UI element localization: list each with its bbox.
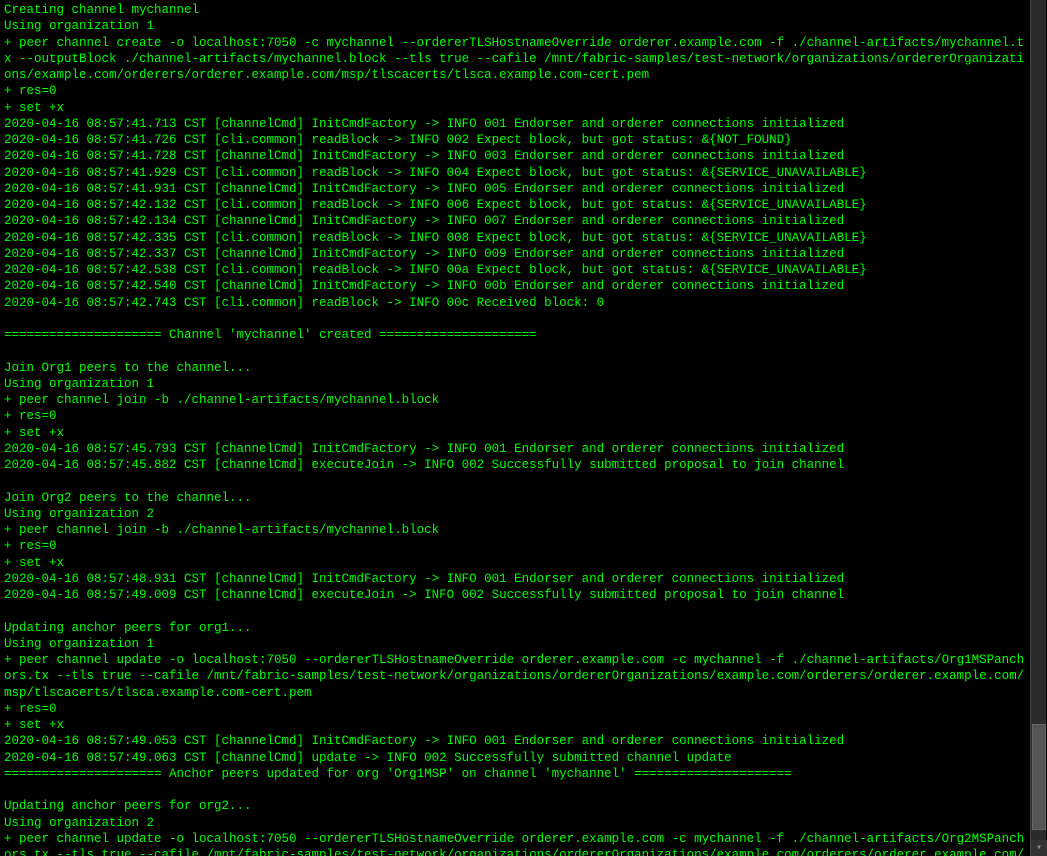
terminal-line: [4, 603, 1026, 619]
terminal-line: Creating channel mychannel: [4, 2, 1026, 18]
terminal-output[interactable]: Creating channel mychannelUsing organiza…: [0, 0, 1030, 856]
terminal-line: + set +x: [4, 717, 1026, 733]
terminal-line: 2020-04-16 08:57:41.713 CST [channelCmd]…: [4, 116, 1026, 132]
terminal-line: 2020-04-16 08:57:49.009 CST [channelCmd]…: [4, 587, 1026, 603]
terminal-line: + peer channel join -b ./channel-artifac…: [4, 522, 1026, 538]
terminal-line: + res=0: [4, 408, 1026, 424]
scroll-thumb[interactable]: [1032, 724, 1046, 830]
terminal-line: 2020-04-16 08:57:41.929 CST [cli.common]…: [4, 165, 1026, 181]
terminal-line: + set +x: [4, 555, 1026, 571]
terminal-line: + peer channel update -o localhost:7050 …: [4, 652, 1026, 701]
terminal-line: 2020-04-16 08:57:42.132 CST [cli.common]…: [4, 197, 1026, 213]
terminal-line: 2020-04-16 08:57:49.063 CST [channelCmd]…: [4, 750, 1026, 766]
terminal-line: Using organization 1: [4, 18, 1026, 34]
terminal-line: Using organization 2: [4, 506, 1026, 522]
terminal-line: ===================== Channel 'mychannel…: [4, 327, 1026, 343]
scrollbar[interactable]: ▾: [1030, 0, 1046, 856]
terminal-line: ===================== Anchor peers updat…: [4, 766, 1026, 782]
terminal-line: [4, 343, 1026, 359]
terminal-line: Join Org1 peers to the channel...: [4, 360, 1026, 376]
terminal-line: Using organization 2: [4, 815, 1026, 831]
terminal-line: [4, 311, 1026, 327]
terminal-line: Join Org2 peers to the channel...: [4, 490, 1026, 506]
terminal-line: + peer channel update -o localhost:7050 …: [4, 831, 1026, 856]
terminal-line: Updating anchor peers for org2...: [4, 798, 1026, 814]
terminal-line: 2020-04-16 08:57:49.053 CST [channelCmd]…: [4, 733, 1026, 749]
terminal-line: Updating anchor peers for org1...: [4, 620, 1026, 636]
terminal-line: 2020-04-16 08:57:45.793 CST [channelCmd]…: [4, 441, 1026, 457]
terminal-line: 2020-04-16 08:57:41.728 CST [channelCmd]…: [4, 148, 1026, 164]
terminal-line: 2020-04-16 08:57:41.931 CST [channelCmd]…: [4, 181, 1026, 197]
terminal-line: + peer channel create -o localhost:7050 …: [4, 35, 1026, 84]
terminal-line: [4, 473, 1026, 489]
terminal-line: + peer channel join -b ./channel-artifac…: [4, 392, 1026, 408]
terminal-line: + res=0: [4, 538, 1026, 554]
terminal-line: + set +x: [4, 100, 1026, 116]
terminal-line: Using organization 1: [4, 376, 1026, 392]
terminal-line: 2020-04-16 08:57:42.538 CST [cli.common]…: [4, 262, 1026, 278]
terminal-line: 2020-04-16 08:57:48.931 CST [channelCmd]…: [4, 571, 1026, 587]
terminal-line: + res=0: [4, 83, 1026, 99]
terminal-line: 2020-04-16 08:57:42.743 CST [cli.common]…: [4, 295, 1026, 311]
terminal-line: 2020-04-16 08:57:42.337 CST [channelCmd]…: [4, 246, 1026, 262]
terminal-line: [4, 782, 1026, 798]
terminal-line: 2020-04-16 08:57:42.540 CST [channelCmd]…: [4, 278, 1026, 294]
terminal-line: Using organization 1: [4, 636, 1026, 652]
terminal-line: 2020-04-16 08:57:42.134 CST [channelCmd]…: [4, 213, 1026, 229]
terminal-line: 2020-04-16 08:57:41.726 CST [cli.common]…: [4, 132, 1026, 148]
terminal-line: 2020-04-16 08:57:42.335 CST [cli.common]…: [4, 230, 1026, 246]
terminal-line: + res=0: [4, 701, 1026, 717]
terminal-line: 2020-04-16 08:57:45.882 CST [channelCmd]…: [4, 457, 1026, 473]
scroll-down-button[interactable]: ▾: [1031, 840, 1047, 856]
terminal-line: + set +x: [4, 425, 1026, 441]
